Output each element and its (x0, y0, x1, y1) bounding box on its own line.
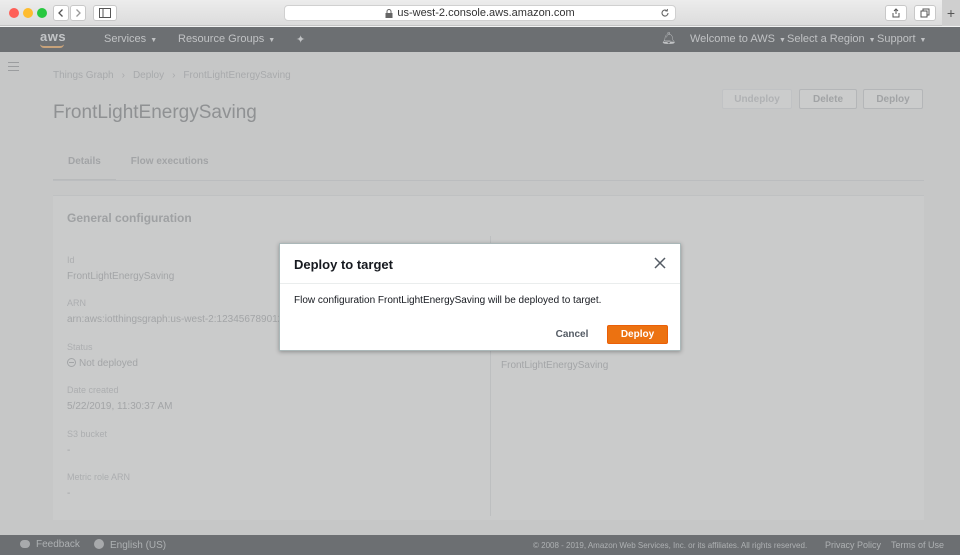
privacy-policy-link[interactable]: Privacy Policy (825, 540, 881, 550)
undeploy-button[interactable]: Undeploy (722, 89, 792, 109)
deploy-dialog: Deploy to target Flow configuration Fron… (279, 243, 681, 351)
status-value: Not deployed (67, 358, 138, 369)
chevron-down-icon: ▼ (268, 37, 276, 44)
id-value: FrontLightEnergySaving (67, 271, 175, 282)
copyright-text: © 2008 - 2019, Amazon Web Services, Inc.… (533, 541, 808, 550)
share-button[interactable] (885, 5, 907, 21)
deploy-button[interactable]: Deploy (607, 325, 668, 344)
services-menu[interactable]: Services ▼ (104, 33, 157, 45)
breadcrumb-things-graph[interactable]: Things Graph (53, 70, 114, 81)
chevron-right-icon: › (121, 70, 125, 81)
page-title: FrontLightEnergySaving (53, 102, 257, 123)
pin-icon[interactable]: ✦ (296, 33, 305, 46)
menu-icon[interactable] (8, 62, 19, 74)
new-tab-button[interactable]: + (942, 0, 960, 26)
status-label: Status (67, 342, 93, 352)
tabs-icon (920, 8, 930, 18)
dialog-message: Flow configuration FrontLightEnergySavin… (294, 295, 602, 306)
s3-bucket-label: S3 bucket (67, 429, 108, 439)
url-text: us-west-2.console.aws.amazon.com (397, 7, 575, 19)
feedback-link[interactable]: Feedback (20, 539, 80, 550)
tabs-divider (53, 180, 924, 181)
arn-label: ARN (67, 298, 87, 308)
support-menu[interactable]: Support ▼ (877, 33, 926, 45)
console-footer: Feedback English (US) © 2008 - 2019, Ama… (0, 535, 960, 555)
language-selector[interactable]: English (US) (94, 539, 166, 551)
zoom-window-button[interactable] (37, 8, 47, 18)
deploy-page-button[interactable]: Deploy (863, 89, 923, 109)
close-icon[interactable] (654, 257, 666, 269)
sidebar-icon (99, 8, 111, 18)
metric-role-value: - (67, 488, 71, 499)
flow-name-value: FrontLightEnergySaving (501, 360, 609, 371)
resource-groups-menu[interactable]: Resource Groups ▼ (178, 33, 275, 45)
back-button[interactable] (53, 5, 69, 21)
forward-button[interactable] (70, 5, 86, 21)
tab-flow-executions[interactable]: Flow executions (116, 152, 224, 181)
bell-icon[interactable]: 🔔︎ (661, 31, 676, 45)
share-icon (892, 8, 900, 18)
speech-bubble-icon (20, 540, 30, 548)
chevron-down-icon: ▼ (919, 37, 927, 44)
aws-logo[interactable]: aws (40, 29, 66, 48)
s3-bucket-value: - (67, 445, 71, 456)
region-menu[interactable]: Select a Region ▼ (787, 33, 876, 45)
globe-icon (94, 539, 104, 549)
browser-toolbar: us-west-2.console.aws.amazon.com + (0, 0, 960, 26)
dialog-header: Deploy to target (280, 244, 680, 284)
cancel-button[interactable]: Cancel (546, 325, 598, 344)
terms-of-use-link[interactable]: Terms of Use (891, 540, 944, 550)
panel-title: General configuration (67, 211, 192, 225)
chevron-down-icon: ▼ (778, 37, 786, 44)
chevron-down-icon: ▼ (868, 37, 876, 44)
id-label: Id (67, 255, 75, 265)
address-bar[interactable]: us-west-2.console.aws.amazon.com (284, 5, 676, 21)
arn-value: arn:aws:iotthingsgraph:us-west-2:1234567… (67, 314, 287, 325)
chevron-right-icon (76, 9, 81, 17)
plus-icon: + (946, 5, 956, 21)
breadcrumb-deploy[interactable]: Deploy (133, 70, 164, 81)
close-window-button[interactable] (9, 8, 19, 18)
breadcrumb-current: FrontLightEnergySaving (183, 70, 291, 81)
sidebar-toggle-button[interactable] (93, 5, 117, 21)
chevron-left-icon (58, 9, 63, 17)
account-menu[interactable]: Welcome to AWS ▼ (690, 33, 786, 45)
breadcrumb: Things Graph › Deploy › FrontLightEnergySavi… (53, 70, 291, 81)
chevron-down-icon: ▼ (150, 37, 158, 44)
lock-icon (385, 8, 393, 18)
minus-circle-icon (67, 358, 76, 367)
date-created-value: 5/22/2019, 11:30:37 AM (67, 401, 173, 412)
chevron-right-icon: › (172, 70, 176, 81)
aws-top-nav: aws Services ▼ Resource Groups ▼ ✦ 🔔︎ Welc… (0, 27, 960, 52)
delete-button[interactable]: Delete (799, 89, 857, 109)
minimize-window-button[interactable] (23, 8, 33, 18)
dialog-title: Deploy to target (294, 257, 393, 272)
reload-icon[interactable] (660, 8, 670, 18)
date-created-label: Date created (67, 385, 119, 395)
tabs: Details Flow executions (53, 152, 224, 181)
tabs-overview-button[interactable] (914, 5, 936, 21)
tab-details[interactable]: Details (53, 152, 116, 181)
metric-role-label: Metric role ARN (67, 472, 131, 482)
